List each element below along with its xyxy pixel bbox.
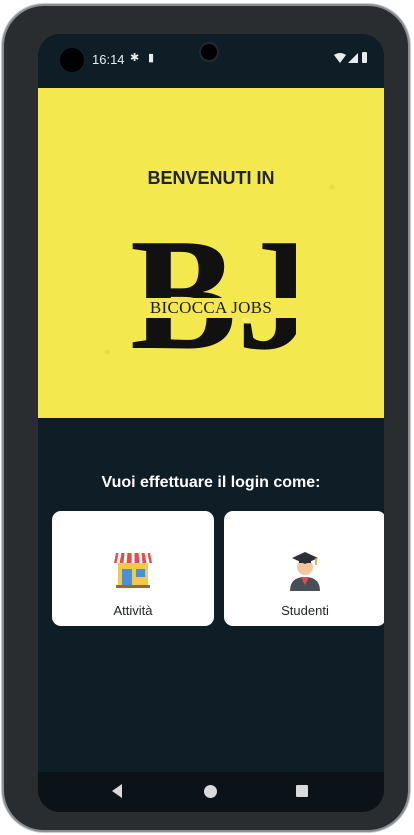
- login-as-business-button[interactable]: Attività: [52, 511, 214, 626]
- status-time: 16:14: [92, 52, 125, 67]
- sd-card-icon: ▮: [148, 52, 155, 64]
- login-as-student-button[interactable]: Studenti: [224, 511, 384, 626]
- student-label: Studenti: [281, 603, 329, 618]
- welcome-banner: BENVENUTI IN BJ BICOCCA JOBS: [38, 88, 384, 418]
- app-screen: 16:14 ✱ ▮ BENVENUTI IN BJ BICOCCA JOBS V…: [38, 34, 384, 812]
- login-question: Vuoi effettuare il login come:: [101, 474, 321, 491]
- battery-icon: [362, 52, 367, 63]
- business-label: Attività: [113, 603, 153, 618]
- bicocca-jobs-logo: BJ BICOCCA JOBS: [126, 205, 317, 400]
- storefront-icon: [114, 552, 152, 588]
- status-bar: 16:14 ✱ ▮: [38, 34, 384, 88]
- welcome-title: BENVENUTI IN: [147, 168, 275, 188]
- gear-icon: ✱: [130, 52, 140, 64]
- wifi-icon: [334, 53, 346, 63]
- signal-icon: [348, 53, 358, 63]
- center-camera: [201, 44, 217, 60]
- graduate-student-icon: [290, 552, 320, 591]
- phone-frame: 16:14 ✱ ▮ BENVENUTI IN BJ BICOCCA JOBS V…: [4, 6, 408, 830]
- recents-icon[interactable]: [296, 785, 308, 797]
- logo-text: BICOCCA JOBS: [126, 298, 296, 318]
- back-icon[interactable]: [112, 784, 122, 798]
- home-icon[interactable]: [204, 785, 217, 798]
- front-camera: [60, 48, 84, 72]
- navigation-bar: [38, 772, 384, 812]
